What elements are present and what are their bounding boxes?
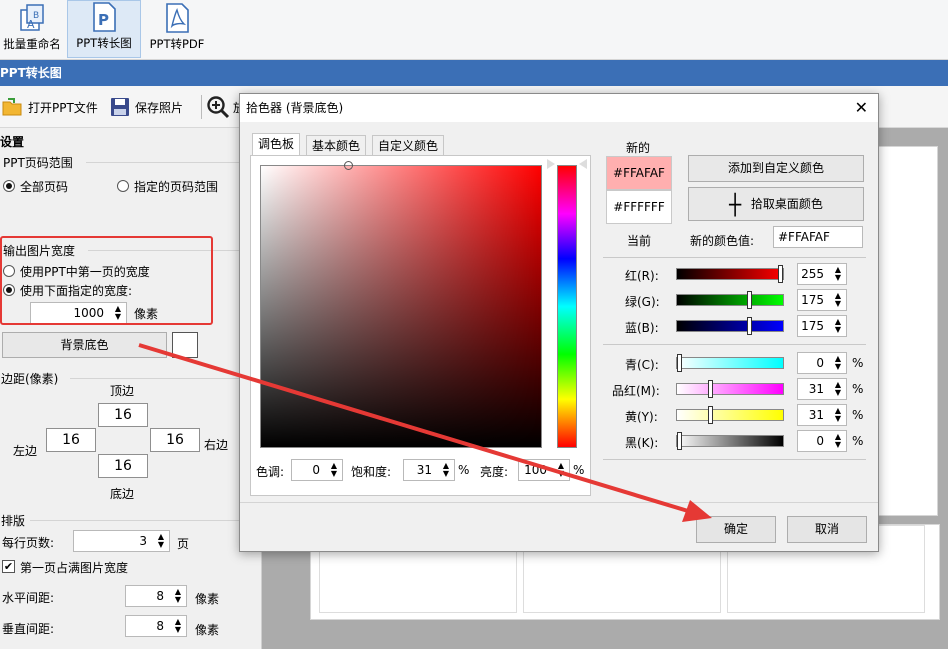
- annotation-arrow: [138, 343, 712, 522]
- annotation-arrow-head-icon: [682, 500, 712, 522]
- annotation-arrow-line: [138, 343, 689, 513]
